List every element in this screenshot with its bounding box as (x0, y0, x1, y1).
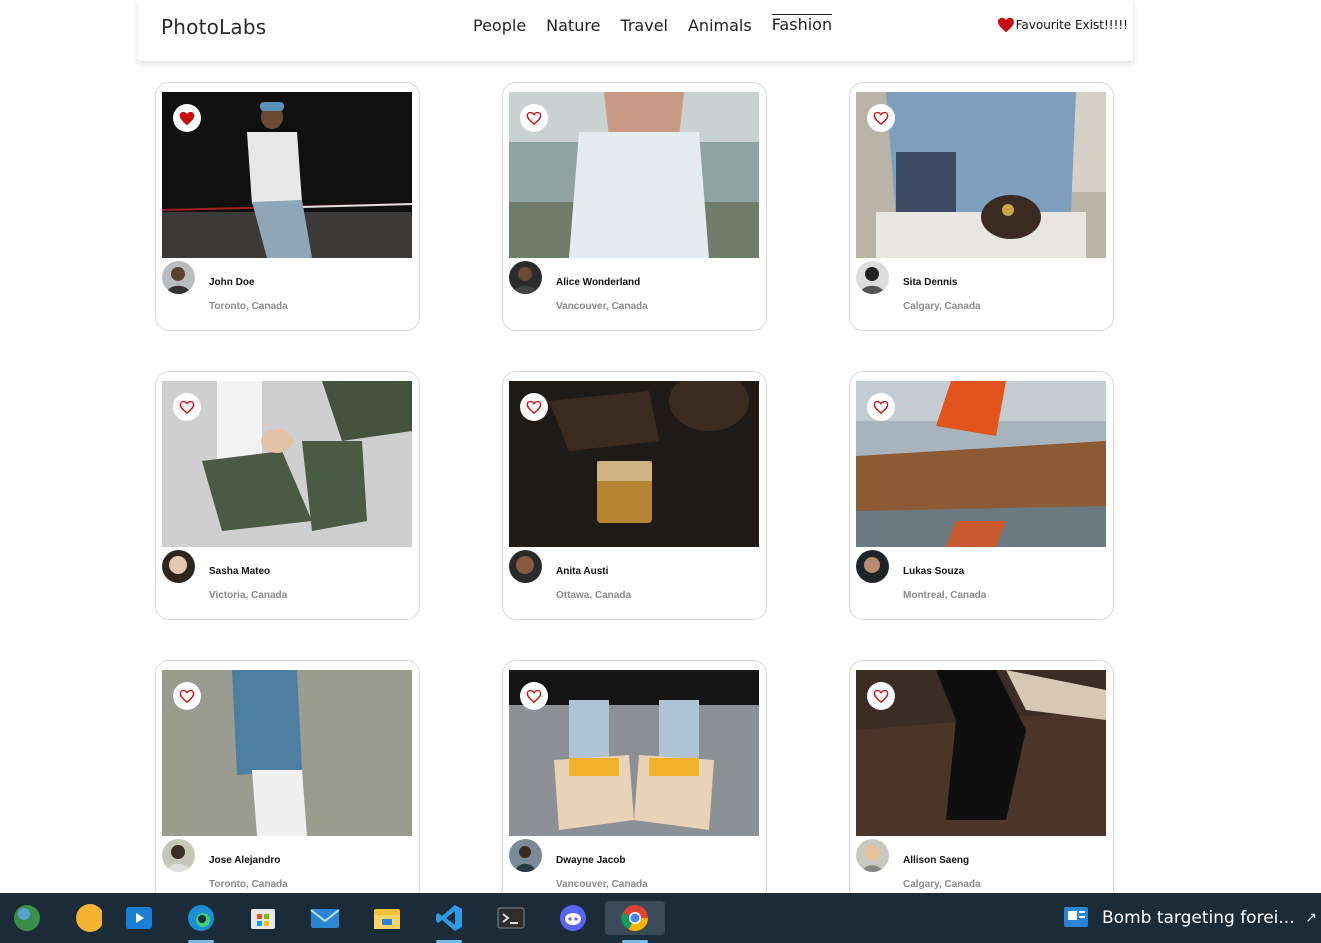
user-name: John Doe (209, 277, 255, 288)
photo-card[interactable]: Sita Dennis Calgary, Canada (849, 82, 1114, 331)
topic-nature[interactable]: Nature (546, 16, 600, 37)
widgets-icon[interactable] (10, 901, 44, 935)
user-location: Toronto, Canada (209, 879, 288, 890)
heart-outline-icon (526, 111, 542, 125)
microsoft-store-icon[interactable] (246, 901, 280, 935)
favourite-button[interactable] (867, 682, 895, 710)
top-nav-bar: PhotoLabs People Nature Travel Animals F… (138, 0, 1133, 61)
user-location: Ottawa, Canada (556, 590, 632, 601)
user-name: Sita Dennis (903, 277, 958, 288)
avatar (509, 261, 542, 294)
user-location: Toronto, Canada (209, 301, 288, 312)
photo-card[interactable]: John Doe Toronto, Canada (155, 82, 420, 331)
favourite-button[interactable] (173, 104, 201, 132)
photo-image[interactable] (162, 381, 412, 547)
avatar (856, 839, 889, 872)
heart-outline-icon (526, 400, 542, 414)
favourite-button[interactable] (173, 393, 201, 421)
favourite-button[interactable] (520, 104, 548, 132)
discord-icon[interactable] (556, 901, 590, 935)
avatar (509, 550, 542, 583)
topic-list: People Nature Travel Animals Fashion (473, 14, 852, 37)
user-location: Calgary, Canada (903, 301, 981, 312)
photo-image[interactable] (856, 381, 1106, 547)
photo-image[interactable] (509, 92, 759, 258)
news-headline: Bomb targeting forei... (1102, 908, 1295, 928)
favourite-button[interactable] (520, 682, 548, 710)
photo-card[interactable]: Lukas Souza Montreal, Canada (849, 371, 1114, 620)
news-widget[interactable]: Bomb targeting forei... (1062, 905, 1295, 931)
user-name: Lukas Souza (903, 566, 965, 577)
heart-filled-icon (997, 17, 1014, 33)
user-name: Jose Alejandro (209, 855, 281, 866)
avatar (162, 261, 195, 294)
avatar (856, 550, 889, 583)
file-explorer-icon[interactable] (370, 901, 404, 935)
photo-image[interactable] (856, 670, 1106, 836)
heart-outline-icon (179, 689, 195, 703)
user-location: Victoria, Canada (209, 590, 288, 601)
chevron-up-icon[interactable]: ↗ (1305, 909, 1317, 926)
windows-taskbar: Bomb targeting forei... ↗ (0, 893, 1321, 943)
user-location: Vancouver, Canada (556, 301, 648, 312)
heart-outline-icon (873, 400, 889, 414)
user-name: Sasha Mateo (209, 566, 271, 577)
heart-outline-icon (179, 400, 195, 414)
topic-animals[interactable]: Animals (688, 16, 752, 37)
favourite-button[interactable] (867, 104, 895, 132)
heart-outline-icon (873, 111, 889, 125)
heart-outline-icon (526, 689, 542, 703)
photo-card[interactable]: Alice Wonderland Vancouver, Canada (502, 82, 767, 331)
favourite-button[interactable] (520, 393, 548, 421)
avatar (856, 261, 889, 294)
user-name: Anita Austi (556, 566, 609, 577)
news-icon (1064, 907, 1088, 927)
mail-icon[interactable] (308, 901, 342, 935)
favourite-text: Favourite Exist!!!!! (1015, 18, 1128, 32)
photo-image[interactable] (856, 92, 1106, 258)
avatar (162, 550, 195, 583)
user-name: Alice Wonderland (556, 277, 641, 288)
photo-card[interactable]: Sasha Mateo Victoria, Canada (155, 371, 420, 620)
edge-browser-icon[interactable] (184, 901, 218, 943)
media-player-icon[interactable] (122, 901, 156, 935)
favourite-button[interactable] (867, 393, 895, 421)
user-name: Dwayne Jacob (556, 855, 626, 866)
heart-outline-icon (873, 689, 889, 703)
photo-card[interactable]: Jose Alejandro Toronto, Canada (155, 660, 420, 909)
photo-card[interactable]: Allison Saeng Calgary, Canada (849, 660, 1114, 909)
topic-people[interactable]: People (473, 16, 526, 37)
terminal-icon[interactable] (494, 901, 528, 935)
avatar (509, 839, 542, 872)
weather-sun-icon (68, 901, 102, 935)
photo-image[interactable] (162, 670, 412, 836)
photo-image[interactable] (509, 670, 759, 836)
photo-image[interactable] (509, 381, 759, 547)
photo-image[interactable] (162, 92, 412, 258)
user-location: Vancouver, Canada (556, 879, 648, 890)
photo-card[interactable]: Anita Austi Ottawa, Canada (502, 371, 767, 620)
vscode-icon[interactable] (432, 901, 466, 943)
heart-filled-icon (179, 111, 195, 125)
photo-card[interactable]: Dwayne Jacob Vancouver, Canada (502, 660, 767, 909)
user-name: Allison Saeng (903, 855, 970, 866)
user-location: Montreal, Canada (903, 590, 987, 601)
avatar (162, 839, 195, 872)
favourite-indicator[interactable]: Favourite Exist!!!!! (997, 17, 1128, 33)
user-location: Calgary, Canada (903, 879, 981, 890)
app-logo[interactable]: PhotoLabs (161, 15, 266, 39)
favourite-button[interactable] (173, 682, 201, 710)
chrome-icon[interactable] (605, 901, 665, 943)
topic-travel[interactable]: Travel (620, 16, 668, 37)
topic-fashion[interactable]: Fashion (771, 14, 833, 37)
